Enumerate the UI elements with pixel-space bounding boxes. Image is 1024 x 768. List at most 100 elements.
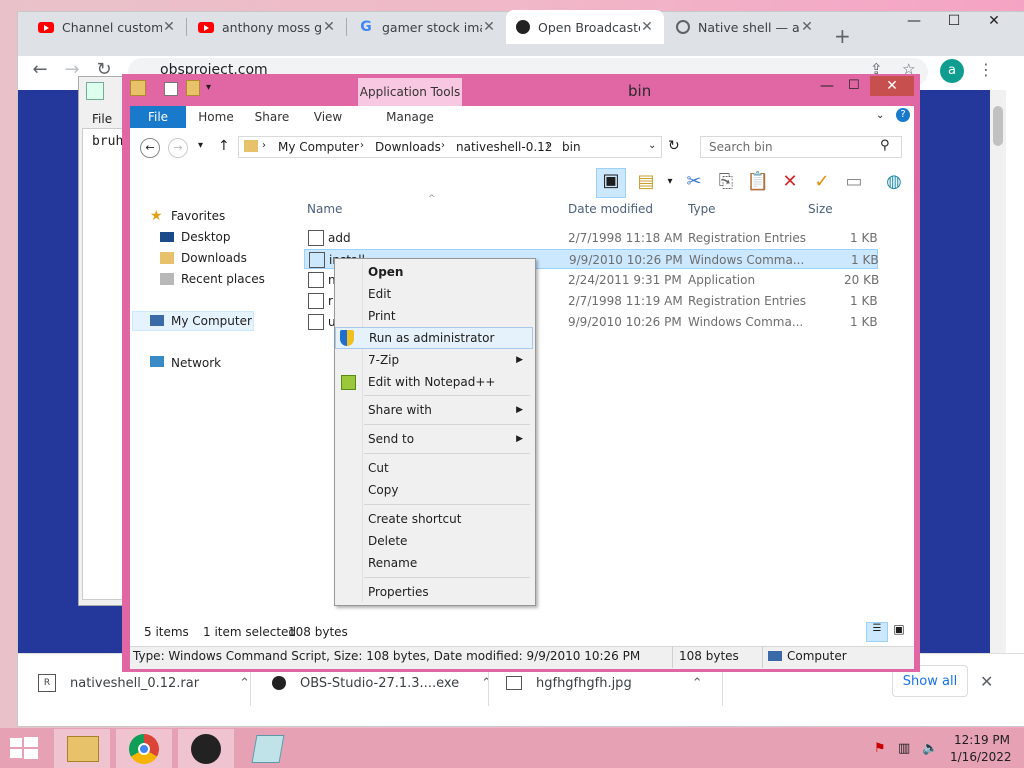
checkmark-icon[interactable]: ✓ xyxy=(810,170,834,194)
folder-check-icon[interactable]: ▤ xyxy=(634,170,658,194)
close-icon[interactable]: ✕ xyxy=(640,19,654,35)
close-button[interactable]: ✕ xyxy=(870,76,914,96)
menu-item-properties[interactable]: Properties xyxy=(335,581,533,603)
nav-downloads[interactable]: Downloads xyxy=(181,251,247,265)
rename-icon[interactable]: ▭ xyxy=(842,170,866,194)
column-type[interactable]: Type xyxy=(688,202,716,216)
chevron-right-icon[interactable]: › xyxy=(546,140,550,151)
clock-time[interactable]: 12:19 PM xyxy=(950,733,1010,747)
cut-icon[interactable]: ✂ xyxy=(682,170,706,194)
forward-button[interactable]: → xyxy=(168,138,188,158)
breadcrumb-my-computer[interactable]: My Computer xyxy=(278,140,359,154)
menu-item-cut[interactable]: Cut xyxy=(335,457,533,479)
taskbar-notepad[interactable] xyxy=(240,729,296,768)
column-size[interactable]: Size xyxy=(808,202,833,216)
menu-item-edit-notepad-plus[interactable]: Edit with Notepad++ xyxy=(335,371,533,393)
clock-date[interactable]: 1/16/2022 xyxy=(950,750,1012,764)
tab-native-shell[interactable]: Native shell — a ✕ xyxy=(666,10,824,44)
minimize-button[interactable]: — xyxy=(894,6,934,36)
chevron-up-icon[interactable]: ⌃ xyxy=(239,676,250,691)
menu-item-delete[interactable]: Delete xyxy=(335,530,533,552)
menu-item-open[interactable]: Open xyxy=(335,261,533,283)
delete-icon[interactable]: ✕ xyxy=(778,170,802,194)
large-icons-view-icon[interactable]: ▣ xyxy=(890,622,908,640)
preview-pane-icon[interactable]: ▣ xyxy=(596,168,626,198)
menu-item-send-to[interactable]: Send to ▶ xyxy=(335,428,533,450)
tab-home[interactable]: Home xyxy=(194,106,238,128)
up-button[interactable]: ↑ xyxy=(218,138,230,154)
taskbar-obs[interactable] xyxy=(178,729,234,768)
tab-channel-customization[interactable]: Channel customiz ✕ xyxy=(28,10,186,44)
nav-recent-places[interactable]: Recent places xyxy=(181,272,265,286)
new-tab-button[interactable]: + xyxy=(834,24,851,48)
tab-share[interactable]: Share xyxy=(250,106,294,128)
download-item[interactable]: OBS-Studio-27.1.3....exe ⌃ xyxy=(272,672,492,694)
close-icon[interactable]: ✕ xyxy=(482,19,496,35)
tab-file[interactable]: File xyxy=(130,106,186,128)
chevron-down-icon[interactable]: ⌄ xyxy=(876,110,884,121)
chevron-up-icon[interactable]: ⌃ xyxy=(481,676,492,691)
menu-item-edit[interactable]: Edit xyxy=(335,283,533,305)
properties-icon[interactable] xyxy=(164,82,178,96)
maximize-button[interactable]: ☐ xyxy=(848,78,860,93)
page-scrollbar[interactable] xyxy=(990,90,1006,653)
back-button[interactable]: ← xyxy=(140,138,160,158)
breadcrumb-bin[interactable]: bin xyxy=(562,140,581,154)
chevron-right-icon[interactable]: › xyxy=(262,140,266,151)
nav-favorites[interactable]: Favorites xyxy=(171,209,225,223)
tab-open-broadcaster[interactable]: Open Broadcaste ✕ xyxy=(506,10,664,44)
close-icon[interactable]: ✕ xyxy=(162,19,176,35)
taskbar-file-explorer[interactable] xyxy=(54,729,110,768)
back-button[interactable]: ← xyxy=(28,58,52,82)
tab-manage[interactable]: Manage xyxy=(374,106,446,128)
menu-item-copy[interactable]: Copy xyxy=(335,479,533,501)
chevron-down-icon[interactable]: ⌄ xyxy=(648,140,656,151)
breadcrumb-nativeshell[interactable]: nativeshell-0.12 xyxy=(456,140,552,154)
maximize-button[interactable]: ☐ xyxy=(934,6,974,36)
tab-gamer-stock[interactable]: G gamer stock imag ✕ xyxy=(348,10,506,44)
menu-item-run-as-administrator[interactable]: Run as administrator xyxy=(335,327,533,349)
search-input[interactable]: Search bin xyxy=(700,136,902,158)
scrollbar-thumb[interactable] xyxy=(993,106,1003,146)
copy-icon[interactable]: ⎘ xyxy=(714,170,738,194)
nav-my-computer[interactable]: My Computer xyxy=(171,314,252,328)
menu-item-share-with[interactable]: Share with ▶ xyxy=(335,399,533,421)
notepad-file-menu[interactable]: File xyxy=(92,112,112,126)
menu-item-create-shortcut[interactable]: Create shortcut xyxy=(335,508,533,530)
menu-icon[interactable]: ⋮ xyxy=(978,60,994,79)
flag-icon[interactable]: ⚑ xyxy=(874,741,886,756)
paste-icon[interactable]: 📋 xyxy=(746,170,770,194)
tab-view[interactable]: View xyxy=(306,106,350,128)
minimize-button[interactable]: — xyxy=(820,78,834,94)
breadcrumb-downloads[interactable]: Downloads xyxy=(375,140,441,154)
download-item[interactable]: hgfhgfhgfh.jpg ⌃ xyxy=(506,672,703,694)
network-status-icon[interactable]: ▥ xyxy=(898,741,910,756)
file-row[interactable]: add 2/7/1998 11:18 AM Registration Entri… xyxy=(304,228,878,248)
menu-item-rename[interactable]: Rename xyxy=(335,552,533,574)
close-icon[interactable]: ✕ xyxy=(322,19,336,35)
close-downloads-button[interactable]: ✕ xyxy=(980,672,993,691)
chevron-right-icon[interactable]: › xyxy=(441,140,445,151)
new-folder-icon[interactable] xyxy=(186,80,200,96)
recent-locations-dropdown[interactable]: ▾ xyxy=(198,140,203,151)
chevron-down-icon[interactable]: ▾ xyxy=(206,82,211,93)
help-icon[interactable]: ? xyxy=(896,108,910,122)
menu-item-7zip[interactable]: 7-Zip ▶ xyxy=(335,349,533,371)
avatar[interactable]: a xyxy=(940,59,964,83)
taskbar-chrome[interactable] xyxy=(116,729,172,768)
details-view-icon[interactable]: ☰ xyxy=(866,622,888,642)
chevron-down-icon[interactable]: ▾ xyxy=(658,170,682,194)
nav-desktop[interactable]: Desktop xyxy=(181,230,231,244)
volume-muted-icon[interactable]: 🔈 xyxy=(922,741,938,756)
close-icon[interactable]: ✕ xyxy=(800,19,814,35)
refresh-icon[interactable]: ↻ xyxy=(668,138,680,154)
menu-item-print[interactable]: Print xyxy=(335,305,533,327)
close-window-button[interactable]: ✕ xyxy=(974,6,1014,36)
tab-anthony-moss[interactable]: anthony moss gar ✕ xyxy=(188,10,346,44)
chevron-up-icon[interactable]: ⌃ xyxy=(692,676,703,691)
start-button[interactable] xyxy=(10,736,38,760)
globe-icon[interactable]: ◍ xyxy=(882,170,906,194)
column-name[interactable]: Name xyxy=(307,202,342,216)
column-date-modified[interactable]: Date modified xyxy=(568,202,653,216)
nav-network[interactable]: Network xyxy=(171,356,221,370)
